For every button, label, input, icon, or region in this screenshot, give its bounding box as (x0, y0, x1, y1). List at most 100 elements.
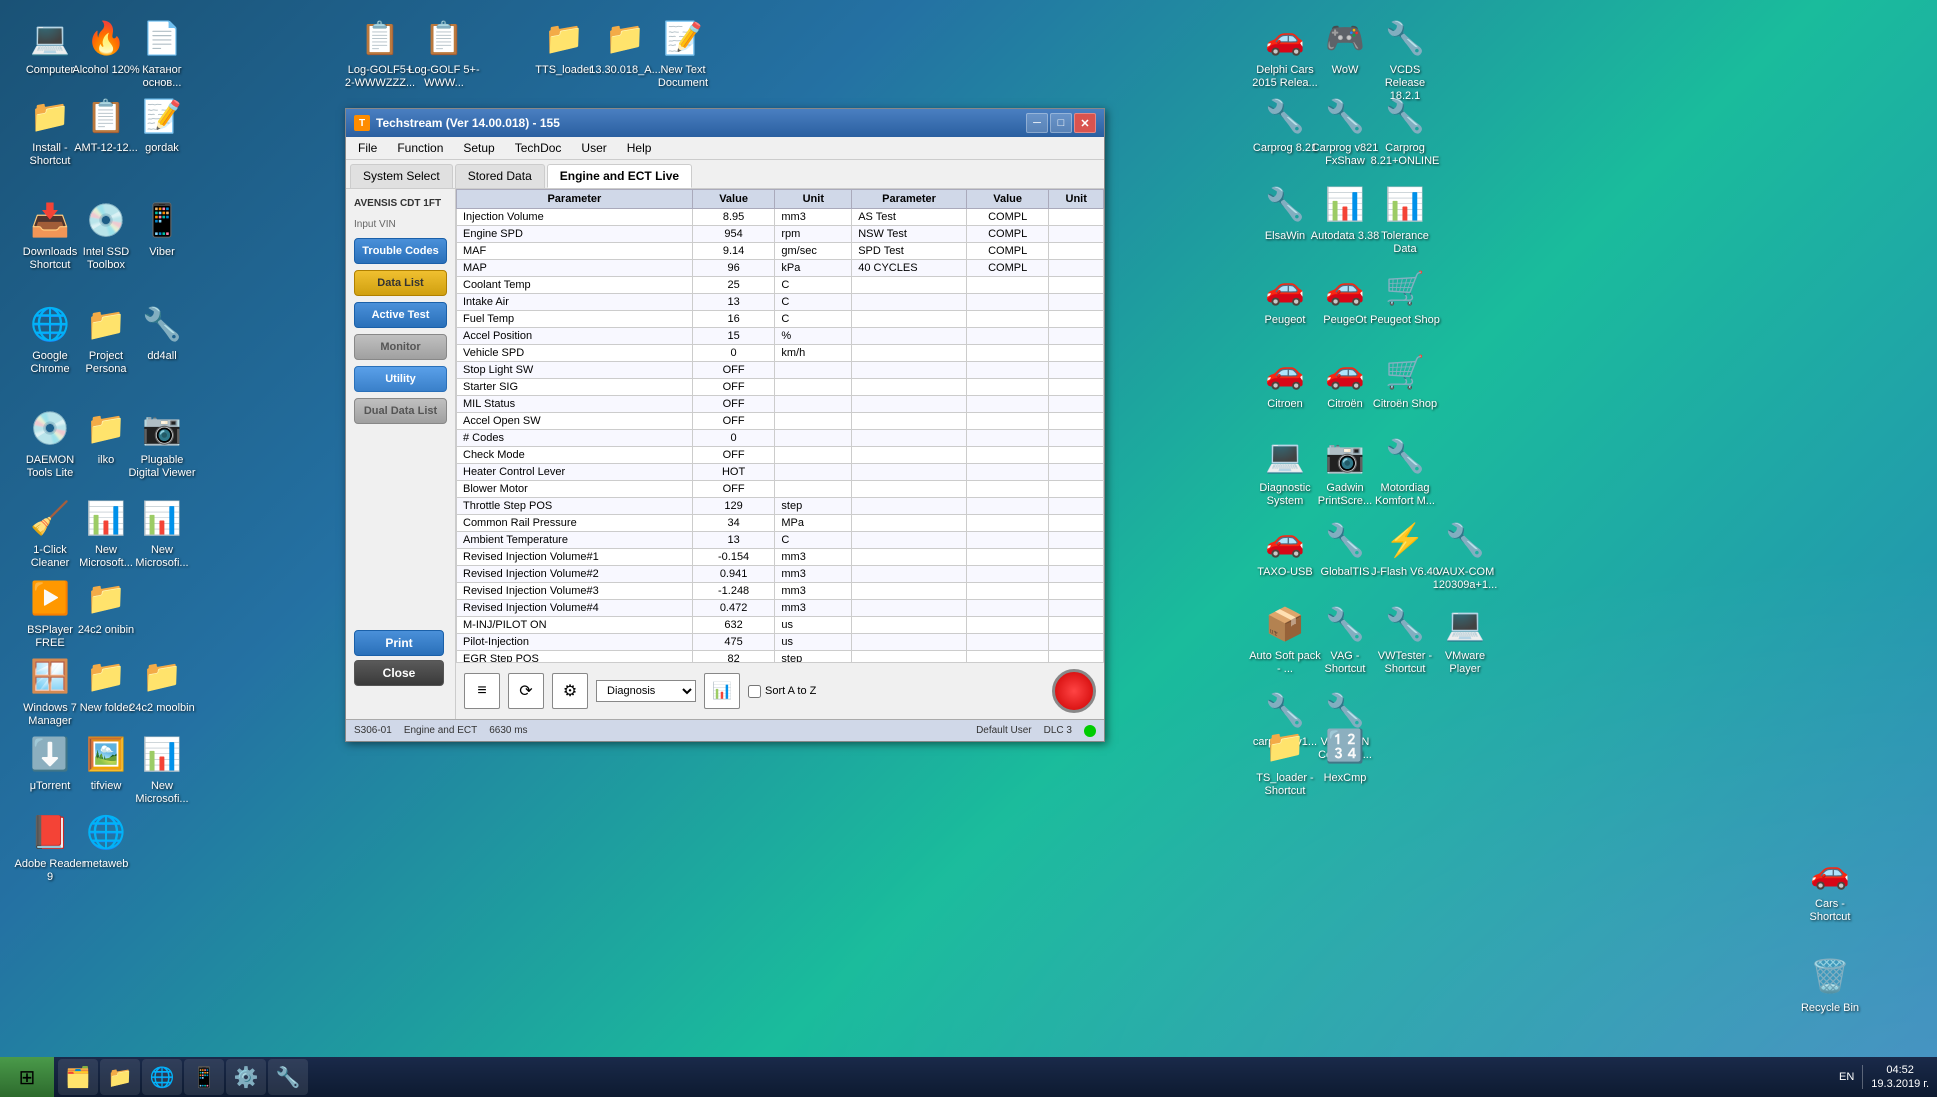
cell-value2: COMPL (966, 226, 1049, 243)
cell-unit1: gm/sec (775, 243, 852, 260)
desktop-icon-24c2-2[interactable]: 📁 24c2 moolbin (122, 648, 202, 719)
cell-value1: OFF (692, 362, 775, 379)
icon-label-vmware: VMware Player (1429, 650, 1501, 676)
tab-system-select[interactable]: System Select (350, 164, 453, 188)
menu-setup[interactable]: Setup (455, 139, 502, 157)
data-table: Parameter Value Unit Parameter Value Uni… (456, 189, 1104, 662)
table-row: Accel Position 15 % (457, 328, 1104, 345)
cell-unit1: % (775, 328, 852, 345)
sort-label[interactable]: Sort A to Z (748, 685, 816, 698)
icon-image-ts-loader: 📁 (1261, 722, 1309, 770)
taskbar-app-app2[interactable]: 🔧 (268, 1059, 308, 1095)
cell-value2 (966, 583, 1049, 600)
cell-param1: Engine SPD (457, 226, 693, 243)
icon-label-dd4all: dd4all (126, 350, 198, 363)
desktop-icon-carprog-online[interactable]: 🔧 Carprog 8.21+ONLINE (1365, 88, 1445, 172)
utility-button[interactable]: Utility (354, 366, 447, 392)
desktop-icon-gordak[interactable]: 📝 gordak (122, 88, 202, 159)
status-indicator (1084, 725, 1096, 737)
taskbar-app-app1[interactable]: ⚙️ (226, 1059, 266, 1095)
tab-stored-data[interactable]: Stored Data (455, 164, 545, 188)
desktop-icon-motordiag[interactable]: 🔧 Motordiag Komfort M... (1365, 428, 1445, 512)
start-button[interactable]: ⊞ (0, 1057, 54, 1097)
taskbar-app-explorer[interactable]: 🗂️ (58, 1059, 98, 1095)
trouble-codes-button[interactable]: Trouble Codes (354, 238, 447, 264)
icon-label-vaux: VAUX-COM 120309a+1... (1429, 566, 1501, 592)
diagnosis-dropdown[interactable]: Diagnosis (596, 680, 696, 702)
close-window-button[interactable]: ✕ (1074, 113, 1096, 133)
icon-image-vaux: 🔧 (1441, 516, 1489, 564)
desktop-icon-new-ms3[interactable]: 📊 New Microsofi... (122, 726, 202, 810)
icon-btn-1[interactable]: ≡ (464, 673, 500, 709)
desktop-icon-citroen3[interactable]: 🛒 Citroën Shop (1365, 344, 1445, 415)
taskbar-app-chrome[interactable]: 🌐 (142, 1059, 182, 1095)
desktop-icon-hexcmp[interactable]: 🔢 HexCmp (1305, 718, 1385, 789)
window-icon: T (354, 115, 370, 131)
cell-value1: 129 (692, 498, 775, 515)
menu-file[interactable]: File (350, 139, 385, 157)
cell-value2 (966, 328, 1049, 345)
desktop-icon-new-ms2[interactable]: 📊 New Microsofi... (122, 490, 202, 574)
cell-param1: Ambient Temperature (457, 532, 693, 549)
desktop-icon-acrobat[interactable]: 📄 Катаног основ... (122, 10, 202, 94)
window-controls: ─ □ ✕ (1026, 113, 1096, 133)
taskbar-app-folder[interactable]: 📁 (100, 1059, 140, 1095)
menu-function[interactable]: Function (389, 139, 451, 157)
sort-checkbox[interactable] (748, 685, 761, 698)
desktop-icon-vmware[interactable]: 💻 VMware Player (1425, 596, 1505, 680)
table-row: MIL Status OFF (457, 396, 1104, 413)
window-title: Techstream (Ver 14.00.018) - 155 (376, 116, 560, 130)
cell-param2 (852, 634, 967, 651)
table-row: Check Mode OFF (457, 447, 1104, 464)
menu-help[interactable]: Help (619, 139, 660, 157)
desktop-icon-log-golf[interactable]: 📋 Log-GOLF 5+-WWW... (404, 10, 484, 94)
data-table-container[interactable]: Parameter Value Unit Parameter Value Uni… (456, 189, 1104, 662)
desktop-icon-vaux[interactable]: 🔧 VAUX-COM 120309a+1... (1425, 512, 1505, 596)
cell-value2 (966, 430, 1049, 447)
icon-btn-4[interactable]: 📊 (704, 673, 740, 709)
icon-btn-2[interactable]: ⟳ (508, 673, 544, 709)
menu-user[interactable]: User (573, 139, 614, 157)
cell-unit1: us (775, 617, 852, 634)
desktop-icon-peugeot-shop[interactable]: 🛒 Peugeot Shop (1365, 260, 1445, 331)
cell-param1: Revised Injection Volume#2 (457, 566, 693, 583)
desktop-icon-new-text-doc[interactable]: 📝 New Text Document (643, 10, 723, 94)
tab-engine-ect[interactable]: Engine and ECT Live (547, 164, 692, 188)
print-button[interactable]: Print (354, 630, 444, 656)
desktop-icon-tolerance[interactable]: 📊 Tolerance Data (1365, 176, 1445, 260)
active-test-button[interactable]: Active Test (354, 302, 447, 328)
cell-unit1: mm3 (775, 566, 852, 583)
icon-btn-3[interactable]: ⚙ (552, 673, 588, 709)
minimize-button[interactable]: ─ (1026, 113, 1048, 133)
taskbar-app-viber[interactable]: 📱 (184, 1059, 224, 1095)
desktop-icon-dd4all[interactable]: 🔧 dd4all (122, 296, 202, 367)
desktop-icon-cars-shortcut[interactable]: 🚗 Cars - Shortcut (1790, 844, 1870, 928)
monitor-button[interactable]: Monitor (354, 334, 447, 360)
close-dialog-button[interactable]: Close (354, 660, 444, 686)
dual-data-list-button[interactable]: Dual Data List (354, 398, 447, 424)
icon-image-24c2-2: 📁 (138, 652, 186, 700)
cell-unit2 (1049, 362, 1104, 379)
icon-image-jflash: ⚡ (1381, 516, 1429, 564)
cell-unit1 (775, 430, 852, 447)
desktop-icon-metaweb[interactable]: 🌐 metaweb (66, 804, 146, 875)
record-button[interactable] (1052, 669, 1096, 713)
status-user: Default User (976, 725, 1032, 736)
cell-unit1: mm3 (775, 583, 852, 600)
cell-value1: 15 (692, 328, 775, 345)
desktop-icon-viber[interactable]: 📱 Viber (122, 192, 202, 263)
icon-label-24c2: 24c2 onibin (70, 624, 142, 637)
icon-image-carprog821: 🔧 (1261, 92, 1309, 140)
desktop-icon-24c2[interactable]: 📁 24c2 onibin (66, 570, 146, 641)
menu-techdoc[interactable]: TechDoc (507, 139, 570, 157)
cell-param1: # Codes (457, 430, 693, 447)
desktop-icon-recycle-bin[interactable]: 🗑️ Recycle Bin (1790, 948, 1870, 1019)
cell-param2 (852, 464, 967, 481)
icon-image-peugeot: 🚗 (1261, 264, 1309, 312)
cell-value2 (966, 549, 1049, 566)
data-list-button[interactable]: Data List (354, 270, 447, 296)
maximize-button[interactable]: □ (1050, 113, 1072, 133)
cell-unit2 (1049, 617, 1104, 634)
cell-unit1: us (775, 634, 852, 651)
desktop-icon-plugable[interactable]: 📷 Plugable Digital Viewer (122, 400, 202, 484)
